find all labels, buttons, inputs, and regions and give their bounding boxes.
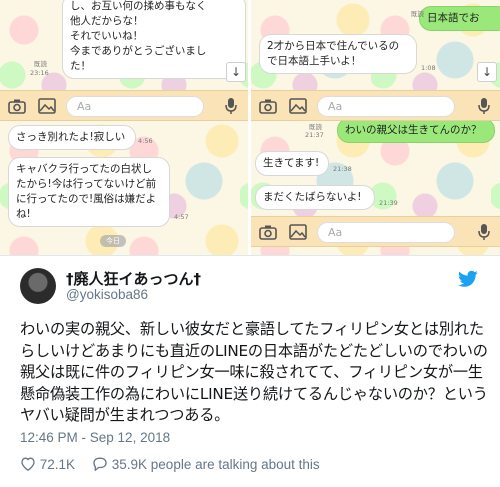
chat-bubble-received: さっき別れたよ!寂しい: [8, 125, 136, 150]
tweet-card: †廃人狂イあっつん† @yokisoba86 わいの実の親父、新しい彼女だと豪語…: [0, 256, 500, 487]
scroll-down-icon: ↓: [481, 65, 493, 79]
reply-action[interactable]: 35.9K people are talking about this: [92, 456, 320, 472]
message-time: 1:08: [421, 64, 436, 72]
message-input[interactable]: Aa: [317, 96, 455, 117]
chat-composer: Aa: [251, 90, 500, 121]
like-count: 72.1K: [39, 457, 76, 472]
scroll-down-button[interactable]: ↓: [477, 62, 497, 82]
image-icon[interactable]: [289, 223, 307, 241]
conversation-count: 35.9K people are talking about this: [111, 457, 320, 472]
message-time: 21:39: [379, 199, 398, 207]
tweet-timestamp[interactable]: 12:46 PM - Sep 12, 2018: [20, 430, 170, 445]
chat-panel-top-right: 日本語でお 既読 2才から日本で住んでいるの で日本語上手いよ！ 1:08 ↓: [251, 0, 500, 90]
message-input[interactable]: Aa: [317, 222, 455, 243]
read-label: 既読: [34, 60, 47, 68]
tweet-text: わいの実の親父、新しい彼女だと豪語してたフィリピン女とは別れたらしいけどあまりに…: [20, 320, 488, 424]
image-icon[interactable]: [289, 97, 307, 115]
chat-panel-top-left: し、お互い何の揉め事もなく 他人だからな！ それでいいね！ 今までありがとうござ…: [0, 0, 248, 90]
like-action[interactable]: 72.1K: [20, 456, 75, 472]
chat-bubble-sent: わいの親父は生きてんのか？: [337, 121, 495, 143]
microphone-icon[interactable]: [477, 97, 491, 115]
avatar[interactable]: [20, 268, 56, 304]
line-screenshots: し、お互い何の揉め事もなく 他人だからな！ それでいいね！ 今までありがとうござ…: [0, 0, 500, 255]
image-icon[interactable]: [38, 97, 56, 115]
chat-bubble-received: し、お互い何の揉め事もなく 他人だからな！ それでいいね！ 今までありがとうござ…: [62, 0, 246, 79]
scroll-down-button[interactable]: ↓: [226, 62, 246, 82]
chat-bubble-received: まだくたばらないよ!: [255, 185, 375, 210]
twitter-bird-icon[interactable]: [458, 270, 478, 288]
camera-icon[interactable]: [8, 97, 26, 115]
chat-bubble-received: 生きてます!: [255, 151, 329, 176]
camera-icon[interactable]: [259, 97, 277, 115]
chat-bubble-received: キャバクラ行ってたの白状し たから!今は行ってないけど前 に行ってたので!風俗は…: [8, 157, 170, 227]
message-time: 21:37: [305, 131, 324, 139]
user-handle[interactable]: @yokisoba86: [66, 287, 148, 302]
heart-icon: [21, 457, 35, 471]
scroll-down-icon: ↓: [230, 65, 242, 79]
message-time: 4:57: [174, 213, 189, 221]
reply-bubble-icon: [93, 457, 107, 472]
message-time: 21:38: [333, 165, 352, 173]
chat-composer: Aa: [0, 90, 248, 121]
message-input[interactable]: Aa: [66, 96, 204, 117]
read-label: 既読: [411, 10, 424, 18]
chat-bubble-sent: 日本語でお: [419, 6, 500, 31]
chat-panel-bottom-left: さっき別れたよ!寂しい 4:56 キャバクラ行ってたの白状し たから!今は行って…: [0, 121, 248, 255]
display-name[interactable]: †廃人狂イあっつん†: [66, 268, 201, 289]
message-time: 23:16: [30, 69, 49, 77]
date-separator: 今日: [100, 235, 126, 247]
chat-composer: Aa: [251, 216, 500, 247]
camera-icon[interactable]: [259, 223, 277, 241]
message-time: 4:56: [138, 137, 153, 145]
read-label: 既読: [309, 123, 322, 131]
microphone-icon[interactable]: [477, 223, 491, 241]
microphone-icon[interactable]: [224, 97, 238, 115]
chat-bubble-received: 2才から日本で住んでいるの で日本語上手いよ！: [259, 34, 417, 74]
